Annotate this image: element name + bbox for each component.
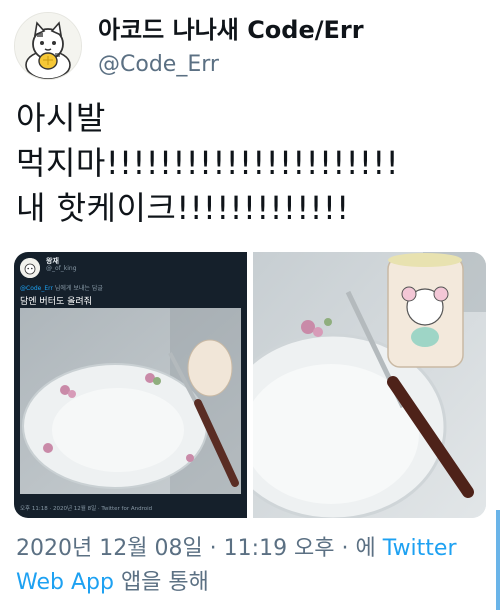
tweet-text: 아시발 먹지마!!!!!!!!!!!!!!!!!!!!!! 내 핫케이크!!!!… [16,99,400,227]
tweet-timestamp[interactable]: 2020년 12월 08일 · 11:19 오후 · 에 [16,536,376,561]
media-image-screenshot[interactable]: 왕재 @_of_king @Code_Err 님에게 보내는 답글 담엔 버터도… [14,252,247,518]
tweet-header: 아코드 나나새 Code/Err @Code_Err [14,12,490,80]
embed-footer: 오후 11:18 · 2020년 12월 8일 · Twitter for An… [20,506,153,512]
embed-text: 담엔 버터도 올려줘 [20,297,92,307]
avatar[interactable] [14,12,82,80]
user-names: 아코드 나나새 Code/Err @Code_Err [98,14,364,80]
embed-avatar [20,258,40,278]
tweet-media[interactable]: 왕재 @_of_king @Code_Err 님에게 보내는 답글 담엔 버터도… [14,252,486,518]
embed-photo [20,308,241,494]
embed-reply-line: @Code_Err 님에게 보내는 답글 [20,283,103,292]
embed-reply-mention: @Code_Err [20,285,53,292]
embed-handle: @_of_king [46,265,77,272]
scrollbar[interactable] [496,510,500,610]
plate-photo [253,252,486,518]
media-image-plate[interactable] [253,252,486,518]
embed-reply-suffix: 님에게 보내는 답글 [54,285,103,292]
user-handle[interactable]: @Code_Err [98,50,364,80]
avatar-cat-icon [15,13,81,79]
display-name[interactable]: 아코드 나나새 Code/Err [98,14,364,46]
tweet-timestamp-line: 2020년 12월 08일 · 11:19 오후 · 에 Twitter Web… [16,532,492,600]
embed-plate-photo [20,308,241,494]
embed-avatar-cat-icon [20,258,40,278]
tweet-source-suffix: 앱을 통해 [120,570,209,595]
